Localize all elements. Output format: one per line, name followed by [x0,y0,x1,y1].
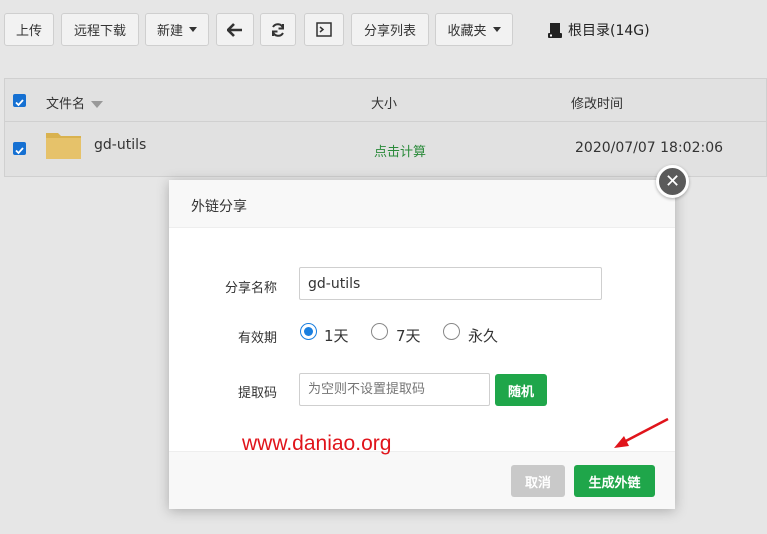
back-button[interactable] [216,13,254,46]
root-directory-label: 根目录(14G) [568,23,650,39]
new-label: 新建 [156,24,183,39]
close-dialog-button[interactable]: ✕ [656,165,689,198]
remote-download-button[interactable]: 远程下载 [61,13,139,46]
watermark-text: www.daniao.org [242,432,392,455]
close-icon: ✕ [664,171,681,192]
generate-link-button[interactable]: 生成外链 [574,465,655,497]
share-link-dialog: 外链分享 分享名称 gd-utils 有效期 1天 7天 永久 提取码 随机 取… [169,180,675,509]
share-list-button[interactable]: 分享列表 [351,13,429,46]
share-name-input[interactable]: gd-utils [299,267,602,300]
sort-caret-icon [91,101,104,108]
dialog-footer: 取消 生成外链 [169,451,675,509]
table-header: 文件名 大小 修改时间 [5,79,766,122]
check-icon [15,147,24,155]
radio-1day[interactable] [300,323,317,340]
upload-button[interactable]: 上传 [4,13,54,46]
dialog-title: 外链分享 [191,199,247,215]
header-modified: 修改时间 [571,97,624,112]
radio-forever[interactable] [443,323,460,340]
chevron-down-icon [492,27,501,32]
annotation-arrow-icon [614,417,669,448]
extraction-code-input[interactable] [299,373,490,406]
row-checkbox[interactable] [13,142,26,155]
new-dropdown-button[interactable]: 新建 [145,13,209,46]
refresh-button[interactable] [260,13,296,46]
favorites-dropdown-button[interactable]: 收藏夹 [435,13,513,46]
radio-7day[interactable] [371,323,388,340]
select-all-checkbox[interactable] [13,94,26,107]
arrow-left-icon [227,22,242,37]
upload-label: 上传 [15,24,42,39]
file-name[interactable]: gd-utils [94,137,146,153]
refresh-icon [272,22,284,37]
remote-download-label: 远程下载 [73,24,126,39]
favorites-label: 收藏夹 [447,24,487,39]
cancel-button[interactable]: 取消 [511,465,565,497]
share-list-label: 分享列表 [363,24,416,39]
disk-icon [548,23,562,38]
dialog-header: 外链分享 [169,180,675,228]
terminal-button[interactable] [304,13,344,46]
radio-forever-label[interactable]: 永久 [468,325,498,346]
file-modified: 2020/07/07 18:02:06 [575,140,724,156]
share-name-label: 分享名称 [224,281,277,296]
terminal-icon [316,22,332,37]
root-directory[interactable]: 根目录(14G) [548,20,650,40]
table-row[interactable]: gd-utils 点击计算 2020/07/07 18:02:06 [5,122,766,177]
folder-icon [46,133,81,159]
header-name[interactable]: 文件名 [46,93,104,112]
radio-7day-label[interactable]: 7天 [396,325,421,346]
validity-label: 有效期 [237,331,277,346]
code-label: 提取码 [237,386,277,401]
chevron-down-icon [189,27,197,32]
size-calculate-link[interactable]: 点击计算 [374,141,426,160]
check-icon [15,99,24,107]
header-size: 大小 [371,97,398,112]
radio-1day-label[interactable]: 1天 [324,325,349,346]
file-table: 文件名 大小 修改时间 gd-utils 点击计算 2020/07/07 18:… [4,78,767,177]
random-code-button[interactable]: 随机 [495,374,547,406]
